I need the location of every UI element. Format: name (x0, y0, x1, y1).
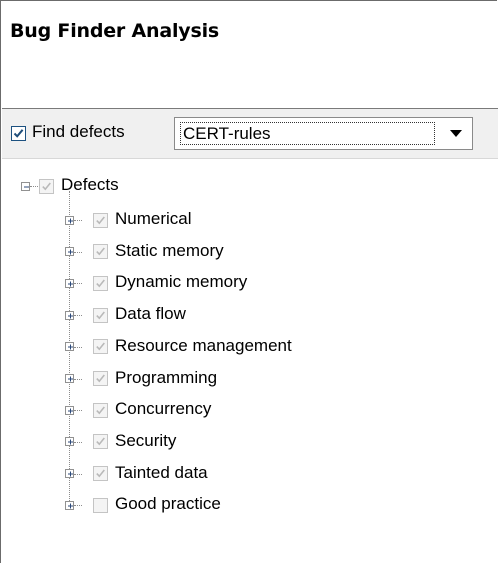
data-flow-checkbox[interactable] (93, 307, 108, 323)
tree-node-label: Static memory (115, 240, 224, 260)
expand-icon (67, 218, 73, 223)
checkmark-icon (96, 215, 105, 224)
panel-header: Bug Finder Analysis (2, 2, 498, 108)
concurrency-checkbox[interactable] (93, 402, 108, 418)
tainted-data-expand-toggle[interactable] (64, 469, 74, 479)
checkmark-icon (96, 279, 105, 288)
tree-connector (74, 283, 82, 285)
rule-set-selected-value: CERT-rules (183, 124, 271, 143)
checkmark-icon (96, 342, 105, 351)
expand-icon (67, 439, 73, 445)
checkmark-icon (96, 437, 105, 446)
checkmark-icon (96, 247, 105, 256)
tree-connector (74, 505, 82, 507)
tree-node-label: Tainted data (115, 462, 208, 482)
tree-node-label: Security (115, 430, 177, 450)
expand-icon (67, 408, 73, 414)
tree-connector (74, 315, 82, 317)
expand-icon (67, 376, 73, 382)
tree-connector (30, 186, 38, 187)
collapse-icon (23, 186, 29, 187)
defects-tree: Defects Numerical Static memory Dynamic mem… (1, 161, 498, 563)
expand-icon (67, 503, 73, 509)
good-practice-expand-toggle[interactable] (64, 500, 74, 510)
expand-icon (67, 313, 73, 319)
bug-finder-panel: Bug Finder Analysis Find defects CERT-ru… (0, 0, 498, 563)
checkmark-icon (96, 374, 105, 383)
concurrency-expand-toggle[interactable] (64, 405, 74, 415)
tree-node-label: Data flow (115, 304, 186, 324)
tainted-data-checkbox[interactable] (93, 466, 108, 482)
chevron-down-icon (450, 130, 462, 137)
tree-connector (74, 378, 82, 380)
programming-expand-toggle[interactable] (64, 374, 74, 383)
checkmark-icon (42, 181, 51, 190)
expand-icon (67, 344, 73, 350)
tree-node-label: Concurrency (115, 399, 212, 419)
defects-collapse-toggle[interactable] (20, 181, 30, 191)
checkmark-icon (96, 311, 105, 320)
find-defects-checkbox[interactable] (11, 126, 26, 141)
tree-connector (74, 346, 82, 348)
checkmark-icon (13, 129, 24, 138)
tree-connector (74, 220, 82, 221)
security-expand-toggle[interactable] (64, 437, 74, 447)
tree-connector (74, 251, 82, 253)
static-memory-expand-toggle[interactable] (64, 247, 74, 257)
defects-toolbar: Find defects CERT-rules (2, 109, 498, 159)
dynamic-memory-checkbox[interactable] (93, 275, 108, 291)
expand-icon (67, 281, 73, 287)
dynamic-memory-expand-toggle[interactable] (64, 278, 74, 288)
programming-checkbox[interactable] (93, 371, 108, 386)
tree-node-label: Resource management (115, 335, 292, 355)
defects-checkbox[interactable] (39, 178, 54, 194)
static-memory-checkbox[interactable] (93, 244, 108, 260)
tree-node-label: Numerical (115, 209, 192, 228)
panel-title: Bug Finder Analysis (10, 20, 219, 42)
data-flow-expand-toggle[interactable] (64, 310, 74, 320)
resource-management-expand-toggle[interactable] (64, 342, 74, 352)
tree-connector (74, 473, 82, 475)
good-practice-checkbox[interactable] (93, 497, 108, 513)
expand-icon (67, 471, 73, 477)
find-defects-label: Find defects (32, 122, 125, 141)
dropdown-arrow-button[interactable] (440, 118, 472, 149)
checkmark-icon (96, 469, 105, 478)
resource-management-checkbox[interactable] (93, 339, 108, 355)
security-checkbox[interactable] (93, 434, 108, 450)
rule-set-dropdown[interactable]: CERT-rules (174, 117, 473, 150)
tree-node-label: Good practice (115, 494, 221, 514)
expand-icon (67, 249, 73, 255)
numerical-expand-toggle[interactable] (64, 215, 74, 225)
checkmark-icon (96, 406, 105, 415)
tree-connector (74, 410, 82, 412)
numerical-checkbox[interactable] (93, 212, 108, 228)
tree-node-label: Dynamic memory (115, 272, 248, 292)
tree-node-label: Programming (115, 367, 218, 387)
tree-connector (74, 441, 82, 443)
